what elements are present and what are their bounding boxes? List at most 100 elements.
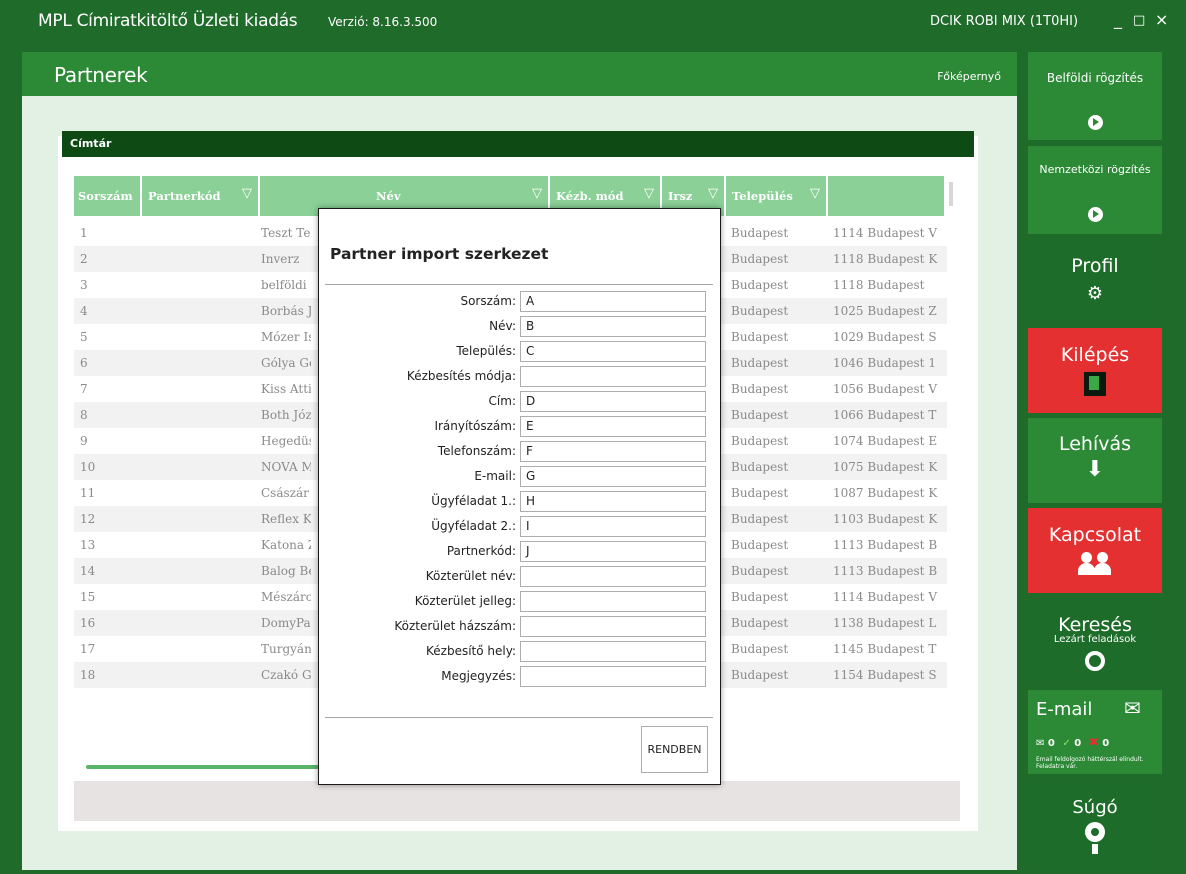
form-row: Telefonszám: F: [319, 441, 722, 462]
filter-icon[interactable]: ▽: [810, 186, 820, 201]
row-number: 11: [80, 486, 96, 500]
column-header-telepules[interactable]: Település ▽: [726, 176, 826, 216]
field-label: Közterület házszám:: [394, 619, 516, 633]
column-mapping-input[interactable]: [520, 641, 706, 662]
row-address: 1066 Budapest T: [833, 408, 937, 422]
exit-label: Kilépés: [1060, 344, 1130, 366]
form-row: Partnerkód: J: [319, 541, 722, 562]
row-name: Kiss Attil: [261, 382, 311, 396]
field-label: Ügyféladat 1.:: [431, 494, 516, 508]
exit-door-icon: [1084, 372, 1106, 396]
column-header-address[interactable]: [828, 176, 944, 216]
row-city: Budapest: [731, 278, 789, 292]
row-address: 1056 Budapest V: [833, 382, 937, 396]
row-name: Hegedüs: [261, 434, 311, 448]
divider: [325, 717, 713, 718]
form-row: Ügyféladat 1.: H: [319, 491, 722, 512]
row-city: Budapest: [731, 408, 789, 422]
info-icon: [1085, 822, 1105, 854]
profile-tile[interactable]: Profil ⚙: [1028, 238, 1162, 323]
download-tile[interactable]: Lehívás ⬇: [1028, 418, 1162, 503]
column-mapping-input[interactable]: E: [520, 416, 706, 437]
error-icon: ✖: [1088, 735, 1099, 749]
vertical-scrollbar[interactable]: [949, 182, 953, 206]
field-label: Irányítószám:: [434, 419, 516, 433]
row-city: Budapest: [731, 512, 789, 526]
row-address: 1087 Budapest K: [833, 486, 938, 500]
column-mapping-input[interactable]: D: [520, 391, 706, 412]
column-mapping-input[interactable]: [520, 591, 706, 612]
field-label: Kézbesítés módja:: [406, 369, 516, 383]
row-city: Budapest: [731, 590, 789, 604]
column-mapping-input[interactable]: J: [520, 541, 706, 562]
page-title: Partnerek: [54, 63, 148, 87]
row-name: Inverz: [261, 252, 300, 266]
row-number: 5: [80, 330, 88, 344]
row-name: Reflex Kf: [261, 512, 311, 526]
row-name: Gólya Gé: [261, 356, 311, 370]
domestic-entry-tile[interactable]: Belföldi rögzítés: [1028, 52, 1162, 140]
row-city: Budapest: [731, 382, 789, 396]
filter-icon[interactable]: ▽: [242, 186, 252, 201]
filter-icon[interactable]: ▽: [708, 186, 718, 201]
maximize-button[interactable]: □: [1133, 13, 1145, 28]
column-header-partnerkod[interactable]: Partnerkód ▽: [142, 176, 258, 216]
row-name: Mészáro: [261, 590, 311, 604]
filter-icon[interactable]: ▽: [532, 186, 542, 201]
filter-icon[interactable]: ▽: [644, 186, 654, 201]
row-name: belföldi: [261, 278, 307, 292]
field-label: Megjegyzés:: [441, 669, 516, 683]
row-number: 1: [80, 226, 88, 240]
home-link[interactable]: Főképernyő: [937, 70, 1001, 83]
form-row: Név: B: [319, 316, 722, 337]
row-address: 1154 Budapest S: [833, 668, 937, 682]
page-header: Partnerek Főképernyő: [22, 52, 1017, 96]
column-mapping-input[interactable]: [520, 566, 706, 587]
form-row: Ügyféladat 2.: I: [319, 516, 722, 537]
column-mapping-input[interactable]: H: [520, 491, 706, 512]
row-city: Budapest: [731, 434, 789, 448]
row-number: 6: [80, 356, 88, 370]
column-mapping-input[interactable]: I: [520, 516, 706, 537]
column-mapping-input[interactable]: B: [520, 316, 706, 337]
field-label: Kézbesítő hely:: [426, 644, 516, 658]
row-name: Teszt Te: [261, 226, 311, 240]
email-counters: ✉ 0 ✓ 0 ✖ 0: [1036, 735, 1109, 749]
column-mapping-input[interactable]: C: [520, 341, 706, 362]
row-address: 1113 Budapest B: [833, 538, 938, 552]
row-number: 4: [80, 304, 88, 318]
title-bar: MPL Címiratkitöltő Üzleti kiadás Verzió:…: [0, 0, 1186, 46]
form-row: Közterület jelleg:: [319, 591, 722, 612]
success-count: 0: [1074, 738, 1082, 749]
close-button[interactable]: ×: [1155, 10, 1168, 29]
exit-tile[interactable]: Kilépés: [1028, 328, 1162, 413]
row-city: Budapest: [731, 642, 789, 656]
column-mapping-input[interactable]: [520, 616, 706, 637]
column-mapping-input[interactable]: A: [520, 291, 706, 312]
search-tile[interactable]: Keresés Lezárt feladások: [1028, 598, 1162, 684]
row-number: 3: [80, 278, 88, 292]
field-label: Közterület jelleg:: [414, 594, 516, 608]
directory-title: Címtár: [62, 131, 974, 157]
column-header-sorszam[interactable]: Sorszám: [74, 176, 140, 216]
row-number: 16: [80, 616, 96, 630]
email-tile[interactable]: E-mail ✉ ✉ 0 ✓ 0 ✖ 0 Email feldolgozó há…: [1028, 690, 1162, 774]
form-row: E-mail: G: [319, 466, 722, 487]
column-mapping-input[interactable]: F: [520, 441, 706, 462]
column-mapping-input[interactable]: G: [520, 466, 706, 487]
column-mapping-input[interactable]: [520, 366, 706, 387]
ok-button[interactable]: RENDBEN: [641, 726, 708, 773]
row-city: Budapest: [731, 356, 789, 370]
column-mapping-input[interactable]: [520, 666, 706, 687]
international-entry-tile[interactable]: Nemzetközi rögzítés: [1028, 146, 1162, 234]
row-name: Katona Z: [261, 538, 311, 552]
contact-tile[interactable]: Kapcsolat: [1028, 508, 1162, 593]
minimize-button[interactable]: _: [1114, 10, 1122, 29]
form-row: Sorszám: A: [319, 291, 722, 312]
scrollbar-thumb[interactable]: [86, 765, 322, 769]
form-row: Kézbesítő hely:: [319, 641, 722, 662]
row-name: Mózer Is: [261, 330, 311, 344]
users-icon: [1077, 552, 1113, 576]
help-tile[interactable]: Súgó: [1028, 780, 1162, 870]
field-label: Ügyféladat 2.:: [431, 519, 516, 533]
